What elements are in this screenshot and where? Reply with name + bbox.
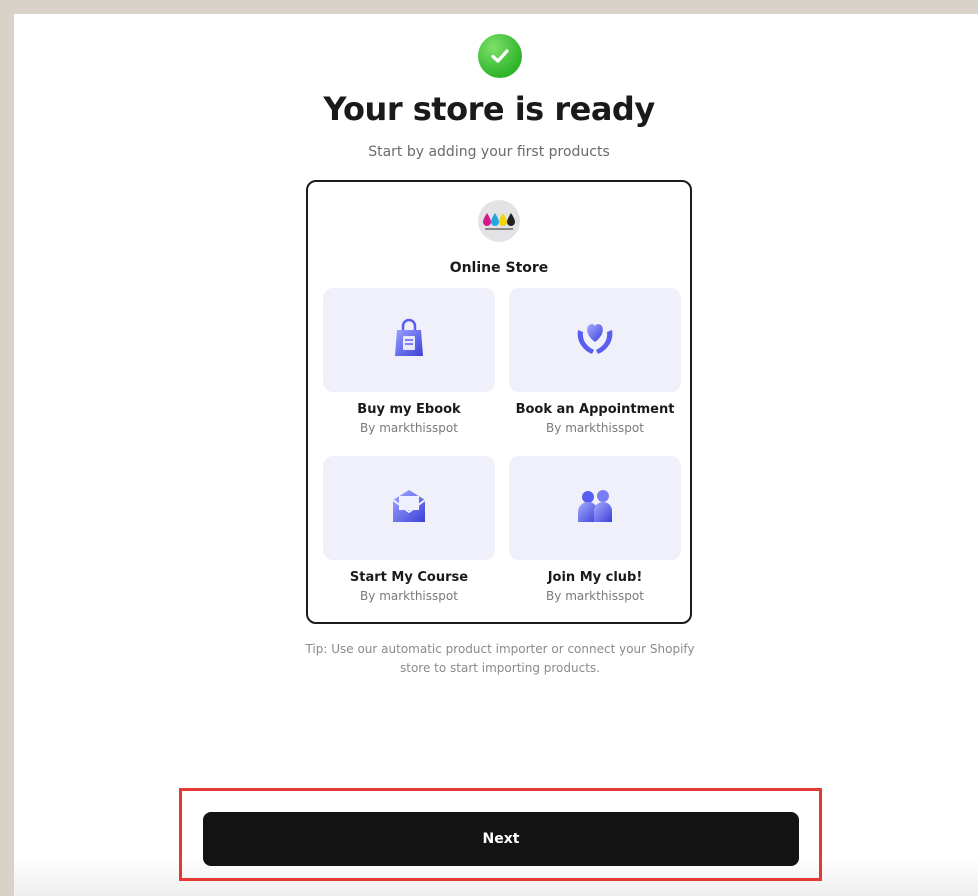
product-name: Start My Course <box>349 570 469 585</box>
product-tile <box>509 288 681 392</box>
product-author: By markthisspot <box>546 421 644 435</box>
product-card-course[interactable]: Start My Course By markthisspot <box>323 456 495 603</box>
store-preview-card: Online Store Buy my Ebook By markthisspo… <box>306 180 692 624</box>
ebook-bag-icon <box>387 316 431 364</box>
page-subtitle: Start by adding your first products <box>368 144 610 160</box>
envelope-icon <box>387 484 431 532</box>
product-author: By markthisspot <box>360 421 458 435</box>
ink-drops-logo-icon <box>478 200 520 242</box>
product-card-appointment[interactable]: Book an Appointment By markthisspot <box>509 288 681 435</box>
product-author: By markthisspot <box>360 589 458 603</box>
product-card-club[interactable]: Join My club! By markthisspot <box>509 456 681 603</box>
product-tile <box>323 288 495 392</box>
next-button[interactable]: Next <box>203 812 799 866</box>
product-card-ebook[interactable]: Buy my Ebook By markthisspot <box>323 288 495 435</box>
tip-line: store to start importing products. <box>399 661 600 675</box>
tip-text: Tip: Use our automatic product importer … <box>280 640 720 678</box>
success-check-icon <box>478 34 522 78</box>
page-title: Your store is ready <box>323 90 655 128</box>
tip-line: Tip: Use our automatic product importer … <box>305 642 695 656</box>
store-name: Online Store <box>449 260 549 276</box>
product-name: Join My club! <box>547 570 643 585</box>
product-name: Book an Appointment <box>515 402 675 417</box>
product-tile <box>509 456 681 560</box>
product-author: By markthisspot <box>546 589 644 603</box>
heart-hands-icon <box>572 316 618 364</box>
product-name: Buy my Ebook <box>357 402 461 417</box>
people-icon <box>572 484 618 532</box>
product-tile <box>323 456 495 560</box>
